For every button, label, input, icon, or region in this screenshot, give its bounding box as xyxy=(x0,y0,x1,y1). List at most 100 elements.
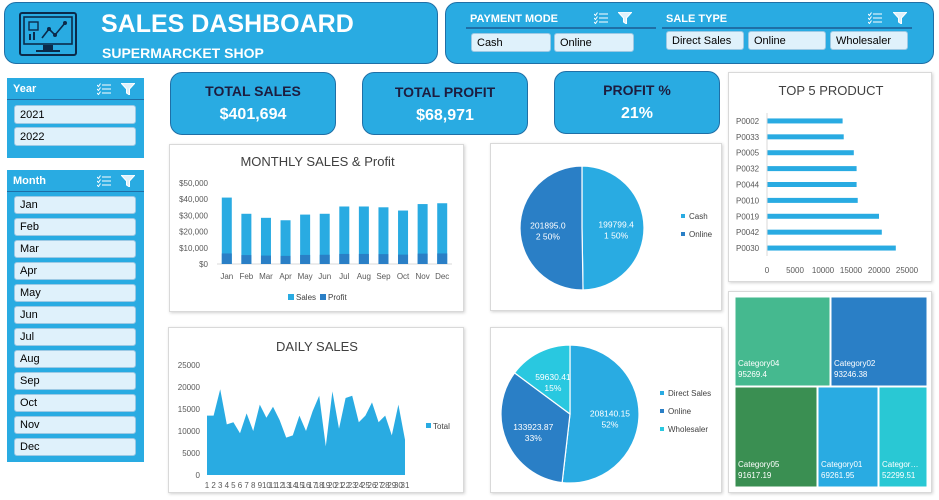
filter-icon[interactable] xyxy=(119,82,137,98)
payment-option-cash[interactable]: Cash xyxy=(471,33,551,52)
filter-icon[interactable] xyxy=(891,11,909,25)
multiselect-icon[interactable] xyxy=(593,11,608,25)
y-tick-label: $50,000 xyxy=(179,179,208,188)
treemap-label: Category01 xyxy=(821,460,863,469)
treemap-value: 91617.19 xyxy=(738,471,772,480)
bar-profit xyxy=(398,254,409,264)
month-option-sep[interactable]: Sep xyxy=(14,372,136,390)
bar-product xyxy=(767,213,879,219)
saletype-option-direct-sales[interactable]: Direct Sales xyxy=(666,31,744,50)
pie-value-label: 59630.41 xyxy=(535,372,571,382)
x-tick-label: Jun xyxy=(318,272,331,281)
month-option-oct[interactable]: Oct xyxy=(14,394,136,412)
bar-product xyxy=(767,245,896,251)
y-tick-label: $30,000 xyxy=(179,211,208,220)
daily-sales-plot: 05000100001500020000250001 2 3 4 5 6 7 8 9 101112… xyxy=(178,361,450,490)
divider xyxy=(466,27,656,29)
top-product-plot: P0002 P0033 P0005 P0032 P0044 P0010 P0019 P0042… xyxy=(736,113,919,275)
dashboard-subtitle: SUPERMARCKET SHOP xyxy=(102,45,264,61)
x-tick-label: 15000 xyxy=(840,266,863,275)
month-option-feb[interactable]: Feb xyxy=(14,218,136,236)
payment-saletype-panel: PAYMENT MODE Cash Online SALE TYPE Direc… xyxy=(445,2,934,64)
divider xyxy=(662,27,912,29)
month-option-jan[interactable]: Jan xyxy=(14,196,136,214)
legend-swatch xyxy=(660,427,664,431)
bar-profit xyxy=(339,253,350,264)
y-tick-label: P0030 xyxy=(736,244,760,253)
y-tick-label: $10,000 xyxy=(179,244,208,253)
year-slicer: Year 2021 2022 xyxy=(7,78,144,158)
legend-label-sales: Sales xyxy=(296,293,316,302)
month-option-jun[interactable]: Jun xyxy=(14,306,136,324)
bar-profit xyxy=(260,255,271,264)
x-tick-label: Apr xyxy=(279,272,292,281)
kpi-label: TOTAL PROFIT xyxy=(394,84,496,100)
bar-product xyxy=(767,197,858,203)
y-tick-label: P0032 xyxy=(736,165,760,174)
treemap-label: Category02 xyxy=(834,359,876,368)
x-tick-label: 31 xyxy=(401,481,410,490)
filter-icon[interactable] xyxy=(616,11,634,25)
treemap-label: Category04 xyxy=(738,359,780,368)
filter-icon[interactable] xyxy=(119,174,137,190)
x-tick-label: 7 xyxy=(244,481,249,490)
treemap-label: Category05 xyxy=(738,460,780,469)
month-option-nov[interactable]: Nov xyxy=(14,416,136,434)
year-option-2022[interactable]: 2022 xyxy=(14,127,136,146)
pie-value-label: 208140.15 xyxy=(590,408,630,418)
month-option-dec[interactable]: Dec xyxy=(14,438,136,456)
legend-swatch-sales xyxy=(288,294,294,300)
multiselect-icon[interactable] xyxy=(867,11,882,25)
kpi-profit-percent: PROFIT % 21% xyxy=(554,71,720,134)
month-option-may[interactable]: May xyxy=(14,284,136,302)
month-option-jul[interactable]: Jul xyxy=(14,328,136,346)
x-tick-label: Jul xyxy=(339,272,349,281)
treemap-plot: Category04 95269.4 Category02 93246.38 Categ… xyxy=(734,296,928,488)
legend-label: Online xyxy=(668,407,692,416)
y-tick-label: P0010 xyxy=(736,196,760,205)
month-option-apr[interactable]: Apr xyxy=(14,262,136,280)
bar-profit xyxy=(241,255,252,264)
saletype-option-wholesaler[interactable]: Wholesaler xyxy=(830,31,908,50)
x-tick-label: 4 xyxy=(225,481,230,490)
year-option-2021[interactable]: 2021 xyxy=(14,105,136,124)
x-tick-label: 3 xyxy=(218,481,223,490)
x-tick-label: 5 xyxy=(231,481,236,490)
x-tick-label: 6 xyxy=(238,481,243,490)
saletype-pie-plot: 208140.1552% Direct Sales 133923.8733% Onli… xyxy=(500,344,711,484)
legend-swatch xyxy=(681,214,685,218)
monthly-sales-chart: MONTHLY SALES & Profit $0 $10,000 $20,000 $… xyxy=(169,144,464,312)
bar-profit xyxy=(221,253,232,264)
category-treemap: Category04 95269.4 Category02 93246.38 Categ… xyxy=(728,291,932,493)
legend-label: Online xyxy=(689,230,713,239)
pie-percent-label: 1 50% xyxy=(604,231,629,241)
top-product-chart: TOP 5 PRODUCT P0002 P0033 P0005 P0032 P0044 P… xyxy=(728,72,932,282)
y-tick-label: 15000 xyxy=(178,405,201,414)
multiselect-icon[interactable] xyxy=(96,83,111,98)
year-slicer-label: Year xyxy=(13,82,37,95)
payment-pie-chart: 199799.4 1 50% Cash 201895.0 2 50% Online xyxy=(490,143,722,311)
multiselect-icon[interactable] xyxy=(96,175,111,190)
y-tick-label: P0005 xyxy=(736,149,760,158)
treemap-value: 93246.38 xyxy=(834,370,868,379)
saletype-option-online[interactable]: Online xyxy=(748,31,826,50)
bar-profit xyxy=(378,254,389,264)
payment-pie-plot: 199799.41 50% Cash 201895.02 50% Online xyxy=(519,165,713,291)
dashboard-title: SALES DASHBOARD xyxy=(101,10,354,38)
kpi-value: $68,971 xyxy=(416,107,474,124)
sale-type-label: SALE TYPE xyxy=(666,13,728,25)
treemap-label: Categor… xyxy=(882,460,918,469)
legend-swatch xyxy=(681,232,685,236)
bar-profit xyxy=(319,254,330,264)
x-tick-label: 10000 xyxy=(812,266,835,275)
x-tick-label: Aug xyxy=(357,272,371,281)
treemap-value: 52299.51 xyxy=(882,471,916,480)
y-tick-label: P0002 xyxy=(736,117,760,126)
month-option-mar[interactable]: Mar xyxy=(14,240,136,258)
x-tick-label: Nov xyxy=(416,272,430,281)
pie-value-label: 201895.0 xyxy=(530,220,566,230)
month-option-aug[interactable]: Aug xyxy=(14,350,136,368)
x-tick-label: Jan xyxy=(220,272,233,281)
bar-profit xyxy=(417,253,428,264)
payment-option-online[interactable]: Online xyxy=(554,33,634,52)
